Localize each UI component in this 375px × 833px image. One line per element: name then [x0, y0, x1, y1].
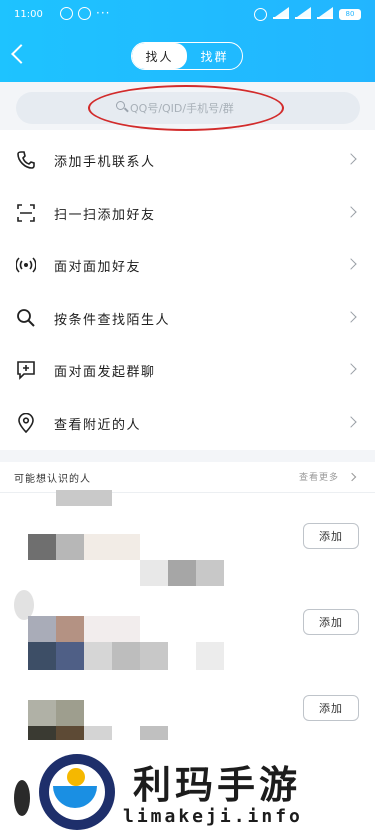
blurred-content — [84, 616, 140, 642]
chevron-right-icon — [345, 205, 357, 218]
blurred-content — [196, 560, 224, 586]
header-bar: 11:00 ··· 80 找人 找群 — [0, 0, 375, 82]
more-notifications-icon: ··· — [96, 6, 111, 20]
blurred-content — [168, 560, 196, 586]
blurred-content — [56, 490, 112, 506]
blurred-content — [84, 534, 140, 560]
chevron-right-icon — [347, 472, 357, 482]
blurred-content — [56, 726, 84, 740]
tab-find-people[interactable]: 找人 — [132, 43, 187, 69]
menu-item-label: 面对面加好友 — [54, 260, 142, 275]
avatar — [28, 616, 56, 642]
add-button[interactable]: 添加 — [303, 609, 359, 635]
phone-icon — [17, 151, 35, 169]
signal-icon — [273, 7, 289, 19]
menu-item-label: 查看附近的人 — [54, 417, 142, 433]
avatar — [56, 616, 84, 642]
menu-item-label: 按条件查找陌生人 — [54, 312, 171, 328]
section-divider — [0, 450, 375, 462]
signal-icon — [295, 7, 311, 19]
broadcast-icon — [16, 257, 36, 273]
chevron-right-icon — [345, 258, 357, 270]
avatar — [56, 700, 84, 726]
chevron-right-icon — [345, 415, 357, 428]
watermark-logo-icon — [39, 754, 115, 830]
watermark-banner: 利玛手游 limakeji.info — [33, 740, 375, 833]
watermark-url: limakeji.info — [123, 806, 303, 827]
tab-find-groups[interactable]: 找群 — [187, 43, 242, 69]
blurred-content — [140, 560, 168, 586]
menu-item-phone-contacts[interactable]: 添加手机联系人 — [0, 133, 375, 186]
menu-item-label: 扫一扫添加好友 — [54, 207, 156, 223]
wifi-icon — [317, 7, 333, 19]
status-bar: 11:00 ··· 80 — [0, 0, 375, 30]
blurred-content — [28, 642, 56, 670]
battery-icon: 80 — [339, 8, 361, 20]
menu-item-scan[interactable]: 扫一扫添加好友 — [0, 186, 375, 239]
avatar — [56, 534, 84, 560]
blurred-content — [112, 642, 140, 670]
menu-item-face-to-face-group[interactable]: 面对面发起群聊 — [0, 343, 375, 396]
blurred-content — [84, 726, 112, 740]
suggestions-header: 可能想认识的人 查看更多 — [0, 462, 375, 493]
menu-item-nearby-people[interactable]: 查看附近的人 — [0, 396, 375, 449]
annotation-ring — [88, 85, 284, 131]
chevron-right-icon — [345, 363, 357, 375]
add-button[interactable]: 添加 — [303, 695, 359, 721]
menu-item-face-to-face-add[interactable]: 面对面加好友 — [0, 238, 375, 291]
blurred-content — [28, 726, 56, 740]
suggestions-title: 可能想认识的人 — [14, 474, 91, 485]
search-icon — [17, 308, 35, 327]
menu-item-label: 面对面发起群聊 — [54, 365, 156, 380]
blurred-content — [140, 642, 168, 670]
avatar — [14, 780, 30, 816]
blurred-content — [140, 726, 168, 740]
notification-icon — [78, 7, 91, 20]
blurred-content — [56, 642, 84, 670]
status-icons: 80 — [254, 7, 361, 21]
chevron-right-icon — [345, 153, 357, 165]
find-type-tabs: 找人 找群 — [131, 42, 243, 70]
alarm-icon — [254, 7, 267, 21]
back-arrow-icon[interactable] — [11, 44, 31, 64]
avatar — [28, 700, 56, 726]
menu-item-label: 添加手机联系人 — [54, 155, 156, 170]
menu-item-search-strangers[interactable]: 按条件查找陌生人 — [0, 291, 375, 344]
notification-icon — [60, 7, 73, 20]
status-time: 11:00 — [14, 9, 43, 20]
chevron-right-icon — [345, 310, 357, 323]
blurred-content — [196, 642, 224, 670]
chat-add-icon — [17, 361, 35, 380]
blurred-content — [84, 642, 112, 670]
avatar — [28, 534, 56, 560]
location-pin-icon — [18, 412, 34, 433]
scan-icon — [17, 203, 35, 222]
add-button[interactable]: 添加 — [303, 523, 359, 549]
watermark-name: 利玛手游 — [133, 763, 302, 807]
add-friend-menu: 添加手机联系人 扫一扫添加好友 面对面加好友 按条件查找陌生人 面对面发起群聊 … — [0, 133, 375, 448]
see-more-link[interactable]: 查看更多 — [299, 470, 339, 483]
